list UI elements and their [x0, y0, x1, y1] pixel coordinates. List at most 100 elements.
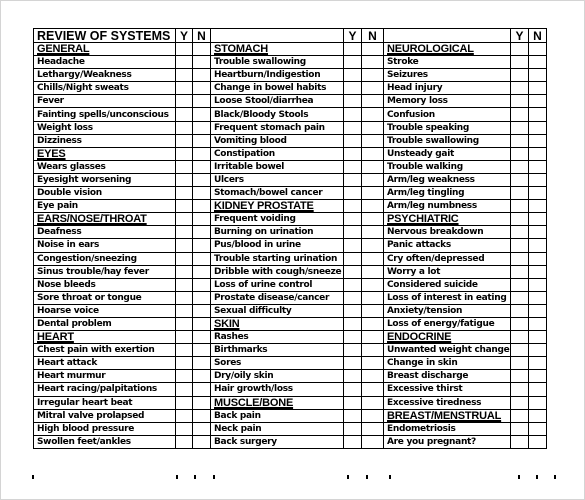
no-checkbox-cell[interactable] — [192, 343, 211, 358]
yes-checkbox-cell[interactable] — [510, 172, 529, 188]
no-checkbox-cell[interactable] — [528, 343, 547, 358]
no-checkbox-cell[interactable] — [192, 172, 211, 188]
no-checkbox-cell[interactable] — [192, 199, 211, 214]
no-checkbox-cell[interactable] — [361, 264, 384, 279]
yes-checkbox-cell[interactable] — [510, 277, 529, 292]
yes-checkbox-cell[interactable] — [175, 159, 193, 174]
yes-checkbox-cell[interactable] — [510, 107, 529, 122]
yes-checkbox-cell[interactable] — [510, 159, 529, 174]
yes-checkbox-cell[interactable] — [175, 251, 193, 266]
no-checkbox-cell[interactable] — [361, 251, 384, 266]
no-checkbox-cell[interactable] — [361, 369, 384, 384]
no-checkbox-cell[interactable] — [361, 55, 384, 70]
yes-checkbox-cell[interactable] — [343, 81, 362, 96]
yes-checkbox-cell[interactable] — [343, 382, 362, 397]
no-checkbox-cell[interactable] — [528, 382, 547, 397]
no-checkbox-cell[interactable] — [192, 238, 211, 253]
yes-checkbox-cell[interactable] — [510, 343, 529, 358]
yes-checkbox-cell[interactable] — [343, 369, 362, 384]
no-checkbox-cell[interactable] — [192, 225, 211, 240]
no-checkbox-cell[interactable] — [528, 94, 547, 109]
no-checkbox-cell[interactable] — [192, 421, 211, 436]
no-checkbox-cell[interactable] — [528, 251, 547, 266]
no-checkbox-cell[interactable] — [528, 434, 547, 449]
yes-checkbox-cell[interactable] — [343, 146, 362, 161]
yes-checkbox-cell[interactable] — [343, 55, 362, 70]
no-checkbox-cell[interactable] — [528, 81, 547, 96]
yes-checkbox-cell[interactable] — [175, 68, 193, 83]
yes-checkbox-cell[interactable] — [343, 94, 362, 109]
yes-checkbox-cell[interactable] — [343, 120, 362, 135]
yes-checkbox-cell[interactable] — [175, 356, 193, 371]
yes-checkbox-cell[interactable] — [175, 316, 193, 332]
yes-checkbox-cell[interactable] — [175, 434, 193, 449]
no-checkbox-cell[interactable] — [192, 395, 211, 410]
no-checkbox-cell[interactable] — [192, 356, 211, 371]
no-checkbox-cell[interactable] — [192, 159, 211, 174]
yes-checkbox-cell[interactable] — [510, 251, 529, 266]
no-checkbox-cell[interactable] — [192, 316, 211, 332]
no-checkbox-cell[interactable] — [361, 146, 384, 161]
yes-checkbox-cell[interactable] — [343, 133, 362, 148]
no-checkbox-cell[interactable] — [528, 199, 547, 214]
no-checkbox-cell[interactable] — [361, 159, 384, 174]
no-checkbox-cell[interactable] — [192, 264, 211, 279]
no-checkbox-cell[interactable] — [192, 68, 211, 83]
yes-checkbox-cell[interactable] — [510, 382, 529, 397]
no-checkbox-cell[interactable] — [361, 277, 384, 292]
no-checkbox-cell[interactable] — [528, 55, 547, 70]
yes-checkbox-cell[interactable] — [510, 369, 529, 384]
yes-checkbox-cell[interactable] — [175, 303, 193, 318]
yes-checkbox-cell[interactable] — [175, 94, 193, 109]
no-checkbox-cell[interactable] — [528, 303, 547, 318]
yes-checkbox-cell[interactable] — [510, 225, 529, 240]
no-checkbox-cell[interactable] — [361, 107, 384, 122]
yes-checkbox-cell[interactable] — [175, 369, 193, 384]
no-checkbox-cell[interactable] — [528, 290, 547, 305]
no-checkbox-cell[interactable] — [361, 186, 384, 201]
no-checkbox-cell[interactable] — [361, 343, 384, 358]
no-checkbox-cell[interactable] — [528, 369, 547, 384]
no-checkbox-cell[interactable] — [528, 395, 547, 410]
yes-checkbox-cell[interactable] — [343, 343, 362, 358]
no-checkbox-cell[interactable] — [528, 133, 547, 148]
no-checkbox-cell[interactable] — [361, 303, 384, 318]
no-checkbox-cell[interactable] — [528, 356, 547, 371]
yes-checkbox-cell[interactable] — [343, 68, 362, 83]
yes-checkbox-cell[interactable] — [343, 107, 362, 122]
no-checkbox-cell[interactable] — [361, 225, 384, 240]
yes-checkbox-cell[interactable] — [510, 356, 529, 371]
no-checkbox-cell[interactable] — [192, 94, 211, 109]
no-checkbox-cell[interactable] — [192, 120, 211, 135]
yes-checkbox-cell[interactable] — [510, 395, 529, 410]
no-checkbox-cell[interactable] — [192, 55, 211, 70]
yes-checkbox-cell[interactable] — [343, 408, 362, 423]
yes-checkbox-cell[interactable] — [175, 172, 193, 188]
no-checkbox-cell[interactable] — [192, 408, 211, 423]
yes-checkbox-cell[interactable] — [175, 81, 193, 96]
no-checkbox-cell[interactable] — [192, 107, 211, 122]
yes-checkbox-cell[interactable] — [343, 277, 362, 292]
no-checkbox-cell[interactable] — [361, 290, 384, 305]
no-checkbox-cell[interactable] — [192, 290, 211, 305]
yes-checkbox-cell[interactable] — [510, 434, 529, 449]
no-checkbox-cell[interactable] — [361, 94, 384, 109]
no-checkbox-cell[interactable] — [528, 68, 547, 83]
yes-checkbox-cell[interactable] — [510, 238, 529, 253]
no-checkbox-cell[interactable] — [361, 172, 384, 188]
yes-checkbox-cell[interactable] — [510, 94, 529, 109]
no-checkbox-cell[interactable] — [361, 330, 384, 345]
yes-checkbox-cell[interactable] — [175, 225, 193, 240]
yes-checkbox-cell[interactable] — [175, 238, 193, 253]
no-checkbox-cell[interactable] — [361, 382, 384, 397]
no-checkbox-cell[interactable] — [192, 277, 211, 292]
yes-checkbox-cell[interactable] — [175, 55, 193, 70]
yes-checkbox-cell[interactable] — [175, 264, 193, 279]
no-checkbox-cell[interactable] — [192, 81, 211, 96]
yes-checkbox-cell[interactable] — [343, 186, 362, 201]
no-checkbox-cell[interactable] — [528, 225, 547, 240]
yes-checkbox-cell[interactable] — [510, 81, 529, 96]
no-checkbox-cell[interactable] — [528, 277, 547, 292]
yes-checkbox-cell[interactable] — [175, 120, 193, 135]
yes-checkbox-cell[interactable] — [343, 212, 362, 227]
